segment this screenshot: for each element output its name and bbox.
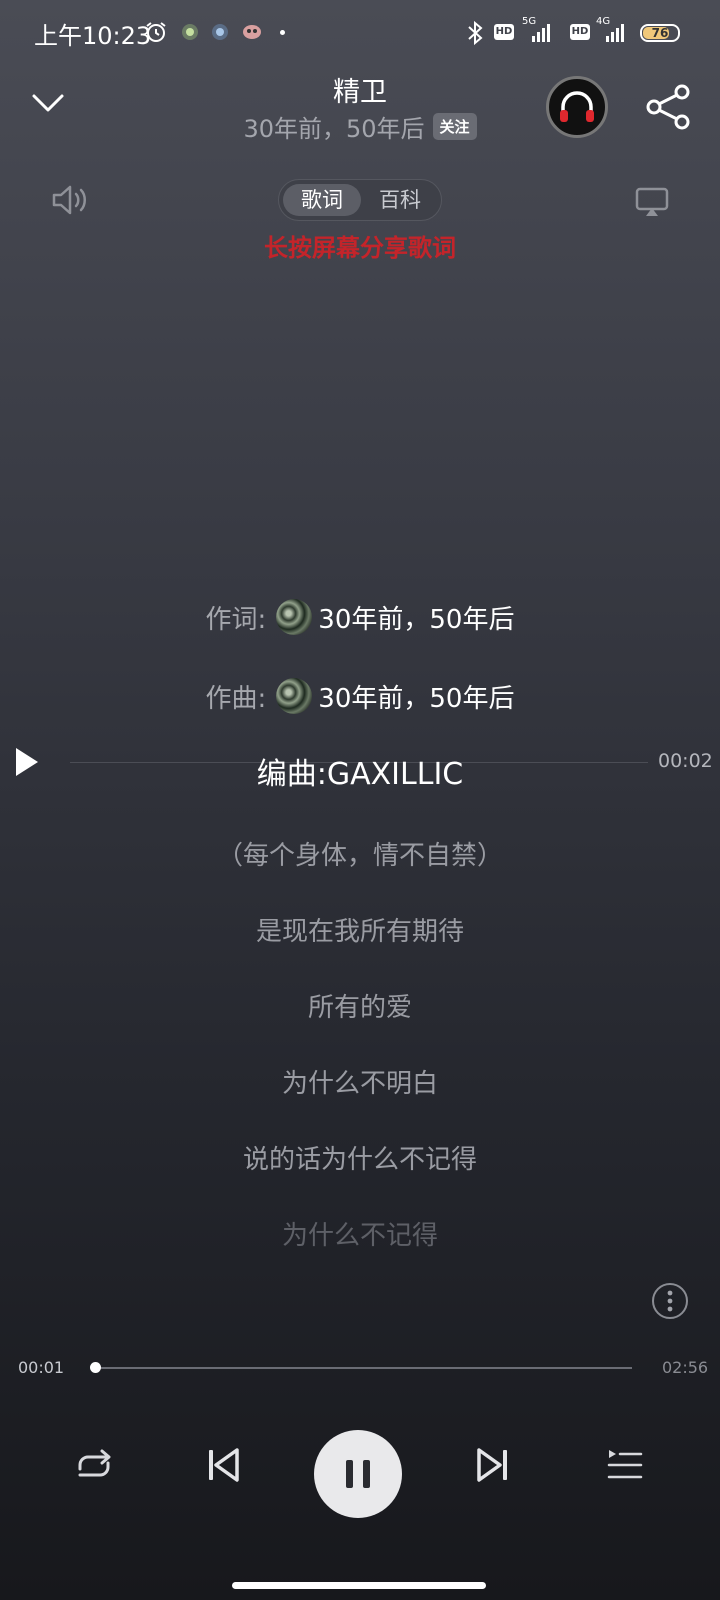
repeat-icon[interactable]	[72, 1447, 114, 1485]
progress-knob[interactable]	[90, 1362, 102, 1373]
progress-bar[interactable]	[92, 1367, 632, 1369]
volume-icon[interactable]	[50, 182, 90, 218]
artist-name[interactable]: 30年前，50年后	[243, 109, 424, 144]
app-notification-icon	[182, 24, 198, 40]
signal-icon: 5G	[520, 16, 554, 44]
battery-indicator: 76	[640, 24, 680, 42]
more-icon	[667, 1290, 673, 1312]
lyrics-wiki-tab-switch: 歌词 百科	[278, 179, 442, 221]
cast-icon[interactable]	[634, 186, 670, 218]
app-notification-icon	[212, 24, 228, 40]
status-bar: 上午10:23 HD 5G HD 4G 76	[0, 0, 720, 66]
app-notification-icon	[243, 25, 261, 39]
headphone-icon	[560, 91, 594, 122]
previous-icon[interactable]	[206, 1447, 240, 1483]
avatar[interactable]	[276, 599, 313, 635]
bluetooth-icon	[468, 20, 483, 46]
credit-label: 作词:	[205, 604, 267, 635]
song-title: 精卫	[333, 77, 387, 108]
home-indicator[interactable]	[232, 1582, 486, 1589]
lyric-line[interactable]: 是现在我所有期待	[0, 911, 720, 948]
collapse-chevron-icon[interactable]	[30, 88, 66, 118]
tab-lyrics[interactable]: 歌词	[283, 184, 361, 216]
seek-time: 00:02	[658, 750, 713, 772]
credit-value[interactable]: 30年前，50年后	[318, 678, 514, 715]
playlist-icon[interactable]	[606, 1447, 644, 1483]
avatar[interactable]	[276, 678, 313, 714]
composer-credit: 作曲: 30年前，50年后	[0, 676, 720, 716]
lyric-line[interactable]: 为什么不明白	[0, 1063, 720, 1100]
artist-row: 30年前，50年后 关注	[160, 108, 560, 144]
lyric-line[interactable]: 为什么不记得	[0, 1215, 720, 1252]
current-lyric-line: 编曲:GAXILLIC	[256, 757, 464, 792]
lyric-line[interactable]: 说的话为什么不记得	[0, 1139, 720, 1176]
credit-label: 作曲:	[205, 683, 267, 714]
more-options-button[interactable]	[652, 1283, 688, 1319]
status-time: 上午10:23	[34, 22, 152, 50]
alarm-icon	[146, 22, 166, 42]
share-lyrics-hint: 长按屏幕分享歌词	[264, 234, 456, 262]
total-time: 02:56	[662, 1358, 709, 1377]
share-icon[interactable]	[644, 82, 694, 132]
next-icon[interactable]	[476, 1447, 510, 1483]
notification-dot	[280, 30, 285, 35]
follow-button[interactable]: 关注	[432, 112, 477, 140]
current-time: 00:01	[18, 1358, 65, 1377]
hd-badge: HD	[494, 24, 514, 40]
lyric-line[interactable]: 所有的爱	[0, 987, 720, 1024]
signal-icon: 4G	[594, 16, 628, 44]
hd-badge: HD	[570, 24, 590, 40]
headphone-effect-button[interactable]	[546, 76, 608, 138]
lyric-line[interactable]: （每个身体，情不自禁）	[0, 835, 720, 872]
battery-level: 76	[651, 26, 669, 40]
pause-button[interactable]	[314, 1430, 402, 1518]
credit-value[interactable]: 30年前，50年后	[318, 599, 514, 636]
lyricist-credit: 作词: 30年前，50年后	[0, 597, 720, 637]
play-icon[interactable]	[14, 746, 40, 778]
pause-icon	[346, 1460, 370, 1488]
tab-wiki[interactable]: 百科	[363, 184, 437, 216]
